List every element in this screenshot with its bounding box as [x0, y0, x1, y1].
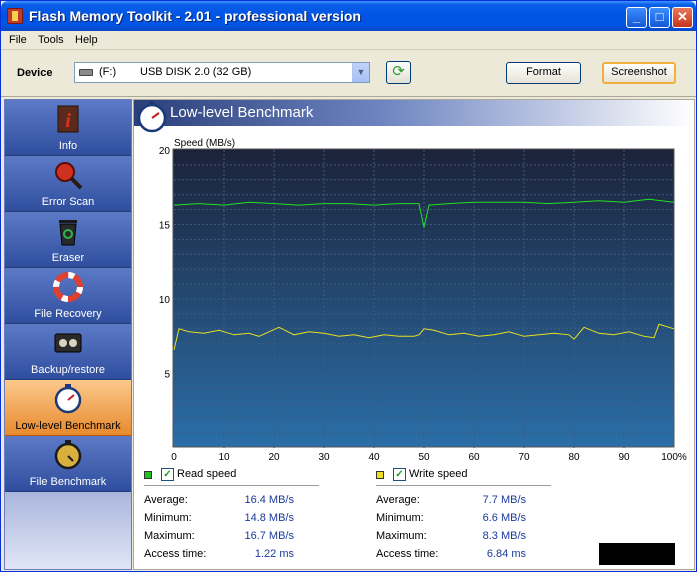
x-tick-label: 40 [368, 452, 380, 460]
speed-chart: Speed (MB/s) 5 10 15 20 0 10 20 30 40 50 60 70 80 90… [159, 138, 687, 460]
read-minimum-label: Minimum: [144, 512, 192, 524]
menu-bar: File Tools Help [1, 31, 696, 50]
divider [144, 485, 319, 486]
menu-help[interactable]: Help [75, 34, 98, 46]
write-average-value: 7.7 MB/s [482, 494, 526, 506]
write-maximum-value: 8.3 MB/s [482, 530, 526, 542]
page-title: Low-level Benchmark [170, 104, 314, 121]
x-tick-label: 10 [218, 452, 230, 460]
redacted-box [599, 543, 675, 565]
sidebar-item-low-level-benchmark[interactable]: Low-level Benchmark [5, 380, 131, 436]
menu-file[interactable]: File [9, 34, 27, 46]
sidebar-item-label: Low-level Benchmark [15, 420, 121, 432]
write-access-time-value: 6.84 ms [486, 548, 526, 560]
stopwatch-icon [54, 384, 82, 414]
sidebar-item-info[interactable]: i Info [5, 100, 131, 156]
app-window: Flash Memory Toolkit - 2.01 - profession… [0, 0, 697, 572]
drive-icon [79, 69, 93, 76]
read-average-value: 16.4 MB/s [244, 494, 294, 506]
write-access-time-label: Access time: [376, 548, 439, 560]
device-dropdown[interactable]: (F:) USB DISK 2.0 (32 GB) ▼ [74, 62, 370, 83]
sidebar-item-label: Eraser [51, 252, 85, 264]
device-letter: (F:) [99, 66, 117, 78]
x-tick-label: 60 [468, 452, 480, 460]
x-tick-label: 90 [618, 452, 630, 460]
panel-header: Low-level Benchmark [134, 100, 694, 133]
read-average-label: Average: [144, 494, 188, 506]
svg-text:i: i [65, 110, 71, 132]
sidebar-item-error-scan[interactable]: Error Scan [5, 156, 131, 212]
read-maximum-value: 16.7 MB/s [244, 530, 294, 542]
sidebar-item-label: Info [58, 140, 78, 152]
x-tick-label: 50 [418, 452, 430, 460]
device-name: USB DISK 2.0 (32 GB) [140, 66, 252, 78]
y-axis-label: Speed (MB/s) [174, 138, 235, 149]
device-label: Device [17, 67, 53, 79]
refresh-button[interactable]: ⟳ [386, 61, 411, 84]
x-tick-label: 20 [268, 452, 280, 460]
read-minimum-value: 14.8 MB/s [244, 512, 294, 524]
write-speed-checkbox[interactable]: ✓ [393, 468, 406, 481]
sidebar-item-label: File Benchmark [29, 476, 107, 488]
write-minimum-label: Minimum: [376, 512, 424, 524]
benchmark-panel: Low-level Benchmark Speed (MB/s) 5 10 15 20… [133, 99, 695, 570]
chevron-down-icon[interactable]: ▼ [352, 63, 369, 82]
tape-icon [54, 333, 82, 353]
minimize-button[interactable]: _ [626, 7, 647, 28]
sidebar-item-label: Backup/restore [31, 364, 105, 376]
x-tick-label: 30 [318, 452, 330, 460]
sidebar-item-label: File Recovery [34, 308, 102, 320]
menu-tools[interactable]: Tools [38, 34, 64, 46]
read-access-time-value: 1.22 ms [254, 548, 294, 560]
x-tick-label: 80 [568, 452, 580, 460]
screenshot-button[interactable]: Screenshot [602, 62, 676, 84]
sidebar-item-file-recovery[interactable]: File Recovery [5, 268, 131, 324]
magnifier-icon [55, 162, 83, 190]
app-icon [7, 8, 23, 24]
x-tick-label: 70 [518, 452, 530, 460]
read-speed-label: Read speed [177, 468, 237, 480]
close-button[interactable]: ✕ [672, 7, 693, 28]
write-legend-swatch [376, 471, 384, 479]
read-maximum-label: Maximum: [144, 530, 195, 542]
read-legend-swatch [144, 471, 152, 479]
lifebuoy-icon [53, 272, 83, 302]
write-average-label: Average: [376, 494, 420, 506]
stopwatch-dark-icon [54, 440, 82, 470]
info-icon: i [57, 105, 79, 133]
sidebar-item-label: Error Scan [41, 196, 95, 208]
format-button[interactable]: Format [506, 62, 581, 84]
sidebar-item-file-benchmark[interactable]: File Benchmark [5, 436, 131, 492]
sidebar-item-eraser[interactable]: Eraser [5, 212, 131, 268]
write-speed-label: Write speed [409, 468, 468, 480]
y-tick-label: 15 [159, 221, 171, 232]
divider [376, 485, 551, 486]
title-bar[interactable]: Flash Memory Toolkit - 2.01 - profession… [1, 1, 696, 31]
toolbar: Device (F:) USB DISK 2.0 (32 GB) ▼ ⟳ For… [1, 51, 696, 97]
refresh-icon: ⟳ [392, 63, 405, 80]
sidebar: i Info Error Scan Eraser File Recovery B… [4, 99, 132, 570]
sidebar-item-backup-restore[interactable]: Backup/restore [5, 324, 131, 380]
y-tick-label: 20 [159, 146, 171, 157]
x-tick-label: 100% [661, 452, 687, 460]
write-minimum-value: 6.6 MB/s [482, 512, 526, 524]
y-tick-label: 5 [164, 370, 170, 381]
window-title: Flash Memory Toolkit - 2.01 - profession… [29, 8, 361, 24]
read-access-time-label: Access time: [144, 548, 207, 560]
write-maximum-label: Maximum: [376, 530, 427, 542]
x-tick-label: 0 [171, 452, 177, 460]
maximize-button[interactable]: □ [649, 7, 670, 28]
y-tick-label: 10 [159, 295, 171, 306]
recycle-bin-icon [59, 220, 77, 246]
read-speed-checkbox[interactable]: ✓ [161, 468, 174, 481]
